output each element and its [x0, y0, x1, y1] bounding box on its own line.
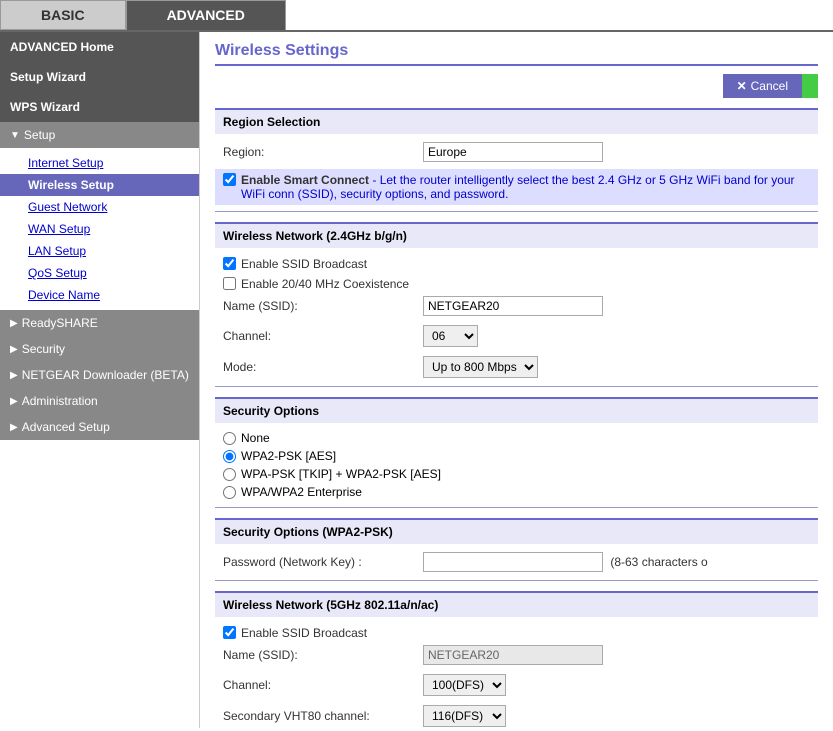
security-enterprise-radio[interactable] — [223, 486, 236, 499]
smart-connect-checkbox[interactable] — [223, 173, 236, 186]
channel-label: Channel: — [223, 329, 423, 343]
tab-basic[interactable]: BASIC — [0, 0, 126, 30]
divider-4 — [215, 580, 818, 581]
close-icon: ✕ — [737, 79, 747, 93]
security-wpa2-row: WPA2-PSK [AES] — [215, 447, 818, 465]
ssid-value-cell — [423, 296, 810, 316]
mode-label: Mode: — [223, 360, 423, 374]
chevron-right-icon-security: ▶ — [10, 344, 18, 355]
security-options-section-header: Security Options — [215, 397, 818, 423]
sidebar-section-setup[interactable]: ▼ Setup — [0, 122, 199, 148]
sidebar-item-setup-wizard[interactable]: Setup Wizard — [0, 62, 199, 92]
enable-ssid-broadcast-5g-checkbox[interactable] — [223, 626, 236, 639]
coexistence-row: Enable 20/40 MHz Coexistence — [215, 274, 818, 294]
smart-connect-row: Enable Smart Connect - Let the router in… — [215, 169, 818, 205]
ssid-label: Name (SSID): — [223, 299, 423, 313]
region-value — [423, 142, 810, 162]
tab-advanced[interactable]: ADVANCED — [126, 0, 286, 30]
sidebar: ADVANCED Home Setup Wizard WPS Wizard ▼ … — [0, 32, 200, 728]
sidebar-item-wps-wizard[interactable]: WPS Wizard — [0, 92, 199, 122]
chevron-right-icon-netgear: ▶ — [10, 370, 18, 381]
cancel-button[interactable]: ✕ Cancel — [723, 74, 802, 98]
secondary-vht80-value-cell: 36404448 52566064 100(DFS)104(DFS)108(DF… — [423, 705, 810, 727]
security-enterprise-label: WPA/WPA2 Enterprise — [241, 485, 362, 499]
channel-5g-label: Channel: — [223, 678, 423, 692]
chevron-right-icon-admin: ▶ — [10, 396, 18, 407]
main-content: Wireless Settings ✕ Cancel Region Select… — [200, 32, 833, 728]
security-enterprise-row: WPA/WPA2 Enterprise — [215, 483, 818, 501]
security-wpa2-radio[interactable] — [223, 450, 236, 463]
ssid-broadcast-row: Enable SSID Broadcast — [215, 254, 818, 274]
divider-3 — [215, 507, 818, 508]
sidebar-item-lan-setup[interactable]: LAN Setup — [0, 240, 199, 262]
channel-5g-row: Channel: 36404448 52566064 100(DFS) — [215, 672, 818, 698]
ssid-5g-row: Name (SSID): — [215, 643, 818, 667]
password-hint: (8-63 characters o — [610, 555, 707, 569]
coexistence-label: Enable 20/40 MHz Coexistence — [241, 277, 409, 291]
sidebar-item-qos-setup[interactable]: QoS Setup — [0, 262, 199, 284]
enable-coexistence-checkbox[interactable] — [223, 277, 236, 290]
ssid-row: Name (SSID): — [215, 294, 818, 318]
security-wpa2-section-header: Security Options (WPA2-PSK) — [215, 518, 818, 544]
wireless-5g-section-header: Wireless Network (5GHz 802.11a/n/ac) — [215, 591, 818, 617]
ssid-broadcast-5g-label: Enable SSID Broadcast — [241, 626, 367, 640]
ssid-5g-value-cell — [423, 645, 810, 665]
channel-value-cell: 0102030405 060708091011Auto — [423, 325, 810, 347]
toolbar: ✕ Cancel — [215, 74, 818, 98]
sidebar-item-device-name[interactable]: Device Name — [0, 284, 199, 306]
sidebar-section-readyshare[interactable]: ▶ ReadySHARE — [0, 310, 199, 336]
security-none-radio[interactable] — [223, 432, 236, 445]
secondary-vht80-select[interactable]: 36404448 52566064 100(DFS)104(DFS)108(DF… — [423, 705, 506, 727]
chevron-right-icon: ▶ — [10, 318, 18, 329]
secondary-vht80-label: Secondary VHT80 channel: — [223, 709, 423, 723]
channel-row: Channel: 0102030405 060708091011Auto — [215, 323, 818, 349]
sidebar-section-administration[interactable]: ▶ Administration — [0, 388, 199, 414]
ssid-input[interactable] — [423, 296, 603, 316]
secondary-vht80-row: Secondary VHT80 channel: 36404448 525660… — [215, 703, 818, 728]
sidebar-item-advanced-home[interactable]: ADVANCED Home — [0, 32, 199, 62]
region-input[interactable] — [423, 142, 603, 162]
sidebar-section-advanced-setup[interactable]: ▶ Advanced Setup — [0, 414, 199, 440]
region-row: Region: — [215, 140, 818, 164]
status-indicator — [802, 74, 818, 98]
sidebar-item-internet-setup[interactable]: Internet Setup — [0, 152, 199, 174]
channel-5g-select[interactable]: 36404448 52566064 100(DFS) — [423, 674, 506, 696]
security-wpa2-label: WPA2-PSK [AES] — [241, 449, 336, 463]
password-input[interactable] — [423, 552, 603, 572]
ssid-5g-input[interactable] — [423, 645, 603, 665]
ssid-5g-label: Name (SSID): — [223, 648, 423, 662]
channel-select[interactable]: 0102030405 060708091011Auto — [423, 325, 478, 347]
security-wpa-label: WPA-PSK [TKIP] + WPA2-PSK [AES] — [241, 467, 441, 481]
password-value-cell: (8-63 characters o — [423, 552, 810, 572]
divider-2 — [215, 386, 818, 387]
security-wpa-row: WPA-PSK [TKIP] + WPA2-PSK [AES] — [215, 465, 818, 483]
channel-5g-value-cell: 36404448 52566064 100(DFS) — [423, 674, 810, 696]
sidebar-item-wan-setup[interactable]: WAN Setup — [0, 218, 199, 240]
chevron-down-icon: ▼ — [10, 130, 20, 141]
mode-row: Mode: Up to 54 MbpsUp to 217 MbpsUp to 4… — [215, 354, 818, 380]
sidebar-item-wireless-setup[interactable]: Wireless Setup — [0, 174, 199, 196]
ssid-broadcast-label: Enable SSID Broadcast — [241, 257, 367, 271]
security-none-row: None — [215, 429, 818, 447]
mode-value-cell: Up to 54 MbpsUp to 217 MbpsUp to 450 Mbp… — [423, 356, 810, 378]
sidebar-section-security[interactable]: ▶ Security — [0, 336, 199, 362]
password-row: Password (Network Key) : (8-63 character… — [215, 550, 818, 574]
wireless-24-section-header: Wireless Network (2.4GHz b/g/n) — [215, 222, 818, 248]
region-section-header: Region Selection — [215, 108, 818, 134]
chevron-right-icon-adv: ▶ — [10, 422, 18, 433]
divider-1 — [215, 211, 818, 212]
sidebar-section-netgear-downloader[interactable]: ▶ NETGEAR Downloader (BETA) — [0, 362, 199, 388]
enable-ssid-broadcast-checkbox[interactable] — [223, 257, 236, 270]
region-label: Region: — [223, 145, 423, 159]
smart-connect-label: Enable Smart Connect - Let the router in… — [241, 173, 810, 201]
security-wpa-radio[interactable] — [223, 468, 236, 481]
sidebar-setup-submenu: Internet Setup Wireless Setup Guest Netw… — [0, 148, 199, 310]
ssid-broadcast-5g-row: Enable SSID Broadcast — [215, 623, 818, 643]
password-label: Password (Network Key) : — [223, 555, 423, 569]
sidebar-item-guest-network[interactable]: Guest Network — [0, 196, 199, 218]
page-title: Wireless Settings — [215, 42, 818, 66]
mode-select[interactable]: Up to 54 MbpsUp to 217 MbpsUp to 450 Mbp… — [423, 356, 538, 378]
security-none-label: None — [241, 431, 270, 445]
